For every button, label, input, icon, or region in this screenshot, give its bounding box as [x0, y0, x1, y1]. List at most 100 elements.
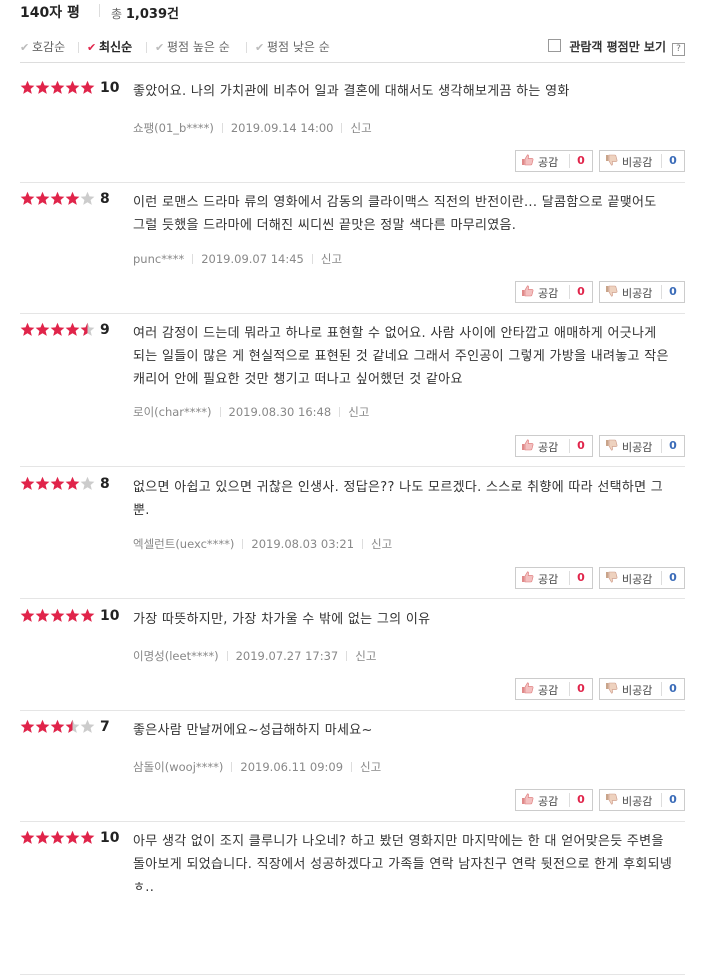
review-item: 8 이런 로맨스 드라마 류의 영화에서 감동의 클라이맥스 직전의 반전이란..…	[20, 191, 685, 314]
review-date: 2019.09.07 14:45	[201, 252, 304, 266]
star-icon	[50, 719, 65, 734]
like-button[interactable]: 공감 0	[515, 678, 593, 700]
star-icon	[65, 322, 80, 337]
star-icon	[50, 830, 65, 845]
divider	[362, 539, 364, 549]
check-icon: ✔	[155, 41, 165, 54]
review-item: 9 여러 감정이 드는데 뭐라고 하나로 표현할 수 없어요. 사람 사이에 안타…	[20, 322, 685, 467]
star-rating	[20, 322, 95, 338]
review-text: 여러 감정이 드는데 뭐라고 하나로 표현할 수 없어요. 사람 사이에 안타깝…	[133, 326, 669, 387]
audience-only-checkbox[interactable]	[548, 39, 562, 52]
review-item: 7 좋은사람 만날꺼에요~성급해하지 마세요~ 삼돌이(wooj****) 2019.…	[20, 719, 685, 822]
review-meta: 엑셀런트(uexc****) 2019.08.03 03:21 신고	[133, 536, 392, 552]
dislike-button[interactable]: 비공감 0	[599, 150, 685, 172]
review-score: 7	[100, 719, 110, 735]
review-score: 10	[100, 830, 120, 846]
star-icon	[35, 322, 50, 337]
sort-option-latest[interactable]: ✔ 최신순	[87, 38, 132, 55]
dislike-count: 0	[661, 439, 684, 453]
audience-only-filter[interactable]: 관람객 평점만 보기?	[548, 38, 685, 56]
thumbs-down-icon	[605, 571, 618, 586]
divider	[99, 4, 100, 17]
dislike-count: 0	[661, 154, 684, 168]
review-text: 좋은사람 만날꺼에요~성급해하지 마세요~	[133, 723, 373, 738]
thumbs-up-icon	[521, 682, 534, 697]
review-author[interactable]: 로이(char****)	[133, 405, 212, 419]
star-rating	[20, 80, 95, 96]
star-icon	[80, 476, 95, 491]
review-author[interactable]: 쇼팽(01_b****)	[133, 121, 214, 135]
like-label: 공감	[538, 287, 559, 300]
star-icon	[65, 191, 80, 206]
star-icon	[20, 191, 35, 206]
vote-buttons: 공감 0 비공감 0	[515, 150, 685, 172]
review-meta: punc**** 2019.09.07 14:45 신고	[133, 251, 342, 267]
sort-option-label: 평점 높은 순	[167, 40, 230, 54]
review-date: 2019.07.27 17:37	[235, 649, 339, 663]
dislike-count: 0	[661, 682, 684, 696]
star-icon	[20, 322, 35, 337]
review-author[interactable]: 엑셀런트(uexc****)	[133, 537, 234, 551]
dislike-label: 비공감	[622, 287, 653, 300]
total-count: 총 1,039건	[111, 3, 179, 22]
like-label: 공감	[538, 795, 559, 808]
star-icon	[65, 830, 80, 845]
report-link[interactable]: 신고	[371, 537, 392, 551]
report-link[interactable]: 신고	[348, 405, 369, 419]
review-author[interactable]: 삼돌이(wooj****)	[133, 760, 223, 774]
star-rating	[20, 608, 95, 624]
review-author[interactable]: 이명성(leet****)	[133, 649, 219, 663]
like-count: 0	[569, 571, 592, 585]
star-icon	[80, 719, 95, 734]
star-icon	[50, 80, 65, 95]
report-link[interactable]: 신고	[355, 649, 376, 663]
divider	[78, 42, 79, 53]
star-icon	[80, 322, 95, 337]
sort-option-rating-low[interactable]: ✔ 평점 낮은 순	[255, 38, 330, 55]
dislike-button[interactable]: 비공감 0	[599, 678, 685, 700]
like-button[interactable]: 공감 0	[515, 150, 593, 172]
audience-only-label: 관람객 평점만 보기	[569, 40, 666, 54]
dislike-label: 비공감	[622, 573, 653, 586]
review-text: 아무 생각 없이 조지 클루니가 나오네? 하고 봤던 영화지만 마지막에는 한…	[133, 834, 673, 895]
dislike-button[interactable]: 비공감 0	[599, 789, 685, 811]
dislike-label: 비공감	[622, 684, 653, 697]
star-icon	[65, 608, 80, 623]
like-label: 공감	[538, 441, 559, 454]
divider	[311, 254, 313, 264]
check-icon: ✔	[87, 41, 97, 54]
sort-option-rating-high[interactable]: ✔ 평점 높은 순	[155, 38, 230, 55]
section-title: 140자 평	[20, 5, 80, 21]
star-icon	[20, 80, 35, 95]
divider	[351, 762, 353, 772]
like-button[interactable]: 공감 0	[515, 281, 593, 303]
dislike-button[interactable]: 비공감 0	[599, 567, 685, 589]
report-link[interactable]: 신고	[360, 760, 381, 774]
like-count: 0	[569, 154, 592, 168]
star-icon	[80, 80, 95, 95]
dislike-button[interactable]: 비공감 0	[599, 281, 685, 303]
dislike-count: 0	[661, 793, 684, 807]
star-icon	[50, 322, 65, 337]
sort-option-likes[interactable]: ✔ 호감순	[20, 38, 65, 55]
report-link[interactable]: 신고	[321, 252, 342, 266]
like-button[interactable]: 공감 0	[515, 789, 593, 811]
like-button[interactable]: 공감 0	[515, 435, 593, 457]
dislike-label: 비공감	[622, 156, 653, 169]
like-count: 0	[569, 682, 592, 696]
like-button[interactable]: 공감 0	[515, 567, 593, 589]
dislike-button[interactable]: 비공감 0	[599, 435, 685, 457]
star-icon	[65, 476, 80, 491]
star-icon	[65, 719, 80, 734]
report-link[interactable]: 신고	[350, 121, 371, 135]
star-icon	[50, 476, 65, 491]
like-count: 0	[569, 439, 592, 453]
help-icon[interactable]: ?	[672, 43, 685, 56]
review-author[interactable]: punc****	[133, 252, 184, 266]
sort-bar: ✔ 호감순 ✔ 최신순 ✔ 평점 높은 순 ✔ 평점 낮은 순 관람객 평점만 보기?	[20, 36, 685, 63]
sort-option-label: 평점 낮은 순	[267, 40, 330, 54]
vote-buttons: 공감 0 비공감 0	[515, 789, 685, 811]
star-rating	[20, 830, 95, 846]
review-meta: 로이(char****) 2019.08.30 16:48 신고	[133, 404, 369, 420]
dislike-count: 0	[661, 571, 684, 585]
